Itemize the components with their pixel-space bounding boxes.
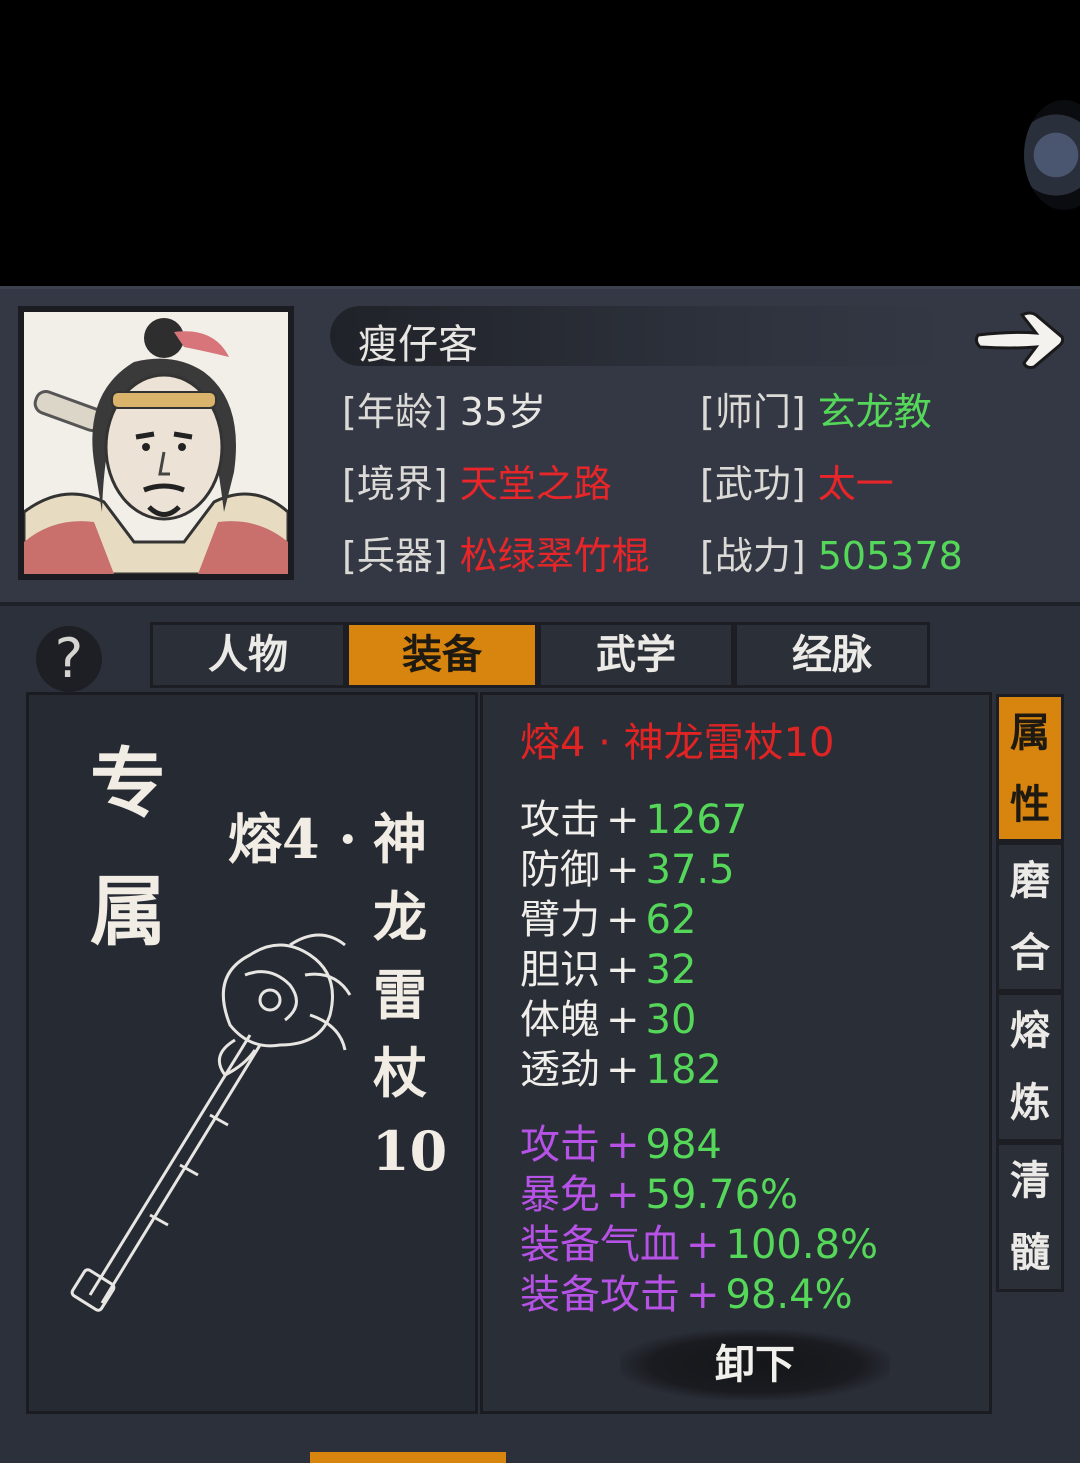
character-name: 瘦仔客 bbox=[358, 322, 478, 368]
unequip-button[interactable]: 卸下 bbox=[620, 1330, 890, 1400]
bottom-strip bbox=[0, 1440, 1080, 1463]
realm-label: [境界] bbox=[342, 462, 448, 506]
martial-label: [武功] bbox=[700, 462, 806, 506]
stat-plus: + bbox=[606, 1122, 640, 1168]
stat-name: 胆识 bbox=[520, 947, 600, 993]
bonus-stat-row: 装备攻击 +98.4% bbox=[520, 1270, 853, 1320]
base-stat-row: 攻击 +1267 bbox=[520, 795, 747, 845]
side-tab-char: 炼 bbox=[1010, 1079, 1050, 1126]
tab-equipment[interactable]: 装备 bbox=[346, 622, 538, 688]
next-arrow-icon[interactable] bbox=[972, 305, 1068, 373]
stat-value: 59.76% bbox=[645, 1172, 799, 1218]
stat-plus: + bbox=[686, 1222, 720, 1268]
stat-plus: + bbox=[606, 997, 640, 1043]
item-name-char: 10 bbox=[372, 1119, 448, 1183]
base-stat-row: 胆识 +32 bbox=[520, 945, 696, 995]
stat-value: 37.5 bbox=[645, 847, 735, 893]
side-tab-char: 性 bbox=[1010, 781, 1050, 828]
stat-name: 装备气血 bbox=[520, 1222, 680, 1268]
realm-value: 天堂之路 bbox=[459, 462, 612, 506]
side-tab-char: 合 bbox=[1010, 929, 1050, 976]
stat-name: 体魄 bbox=[520, 997, 600, 1043]
stat-value: 30 bbox=[645, 997, 697, 1043]
power-label: [战力] bbox=[700, 534, 806, 578]
stat-plus: + bbox=[606, 1172, 640, 1218]
base-stat-row: 防御 +37.5 bbox=[520, 845, 735, 895]
weapon-label: [兵器] bbox=[342, 534, 448, 578]
stat-plus: + bbox=[606, 897, 640, 943]
power-value: 505378 bbox=[817, 534, 963, 578]
bonus-stat-row: 暴免 +59.76% bbox=[520, 1170, 798, 1220]
side-tab-smelt[interactable]: 熔 炼 bbox=[996, 992, 1064, 1142]
item-name-char: 雷 bbox=[373, 963, 427, 1027]
weapon-value: 松绿翠竹棍 bbox=[459, 534, 650, 578]
side-tab-char: 磨 bbox=[1010, 857, 1050, 904]
sect-value: 玄龙教 bbox=[817, 390, 932, 434]
stat-plus: + bbox=[606, 1047, 640, 1093]
stat-name: 臂力 bbox=[520, 897, 600, 943]
age-label: [年龄] bbox=[342, 390, 448, 434]
stat-plus: + bbox=[606, 947, 640, 993]
stat-name: 透劲 bbox=[520, 1047, 600, 1093]
item-vertical-name: 神 龙 雷 杖 10 bbox=[372, 800, 448, 1190]
stat-name: 攻击 bbox=[520, 797, 600, 843]
martial-value: 太一 bbox=[817, 462, 894, 506]
stat-name: 防御 bbox=[520, 847, 600, 893]
stat-plus: + bbox=[606, 847, 640, 893]
base-stat-row: 透劲 +182 bbox=[520, 1045, 722, 1095]
age-value: 35岁 bbox=[459, 390, 547, 434]
stat-plus: + bbox=[686, 1272, 720, 1318]
item-fusion-prefix: 熔4 · bbox=[228, 807, 358, 871]
tab-meridians[interactable]: 经脉 bbox=[734, 622, 930, 688]
stat-plus: + bbox=[606, 797, 640, 843]
stat-value: 1267 bbox=[645, 797, 748, 843]
stat-value: 182 bbox=[645, 1047, 722, 1093]
stat-value: 32 bbox=[645, 947, 697, 993]
base-stat-row: 臂力 +62 bbox=[520, 895, 696, 945]
dragon-staff-icon bbox=[70, 933, 352, 1312]
bottom-tab-highlight[interactable] bbox=[310, 1452, 506, 1463]
bonus-stat-row: 装备气血 +100.8% bbox=[520, 1220, 878, 1270]
portrait-image bbox=[24, 312, 288, 574]
base-stat-row: 体魄 +30 bbox=[520, 995, 696, 1045]
item-name-char: 神 bbox=[373, 807, 427, 871]
side-tab-attributes[interactable]: 属 性 bbox=[996, 694, 1064, 842]
exclusive-char-top: 专 bbox=[90, 739, 166, 828]
item-title: 熔4 · 神龙雷杖10 bbox=[520, 720, 835, 766]
stat-value: 100.8% bbox=[725, 1222, 879, 1268]
side-tab-refine[interactable]: 清 髓 bbox=[996, 1142, 1064, 1292]
stat-value: 98.4% bbox=[725, 1272, 853, 1318]
item-name-char: 杖 bbox=[373, 1041, 427, 1105]
side-tab-char: 属 bbox=[1010, 709, 1050, 756]
character-portrait bbox=[18, 306, 294, 580]
character-name-plate: 瘦仔客 bbox=[330, 306, 950, 368]
corner-ornament[interactable] bbox=[1024, 100, 1080, 210]
help-button[interactable]: ? bbox=[36, 626, 102, 692]
side-tab-polish[interactable]: 磨 合 bbox=[996, 842, 1064, 992]
side-tab-char: 熔 bbox=[1010, 1007, 1050, 1054]
sect-label: [师门] bbox=[700, 390, 806, 434]
tab-character[interactable]: 人物 bbox=[150, 622, 346, 688]
stat-name: 装备攻击 bbox=[520, 1272, 680, 1318]
side-tab-char: 清 bbox=[1010, 1157, 1050, 1204]
stat-name: 攻击 bbox=[520, 1122, 600, 1168]
bonus-stat-row: 攻击 +984 bbox=[520, 1120, 722, 1170]
stat-name: 暴免 bbox=[520, 1172, 600, 1218]
stat-value: 62 bbox=[645, 897, 697, 943]
tab-martial-arts[interactable]: 武学 bbox=[538, 622, 734, 688]
item-name-char: 龙 bbox=[373, 885, 427, 949]
side-tab-char: 髓 bbox=[1010, 1229, 1050, 1276]
stat-value: 984 bbox=[645, 1122, 722, 1168]
